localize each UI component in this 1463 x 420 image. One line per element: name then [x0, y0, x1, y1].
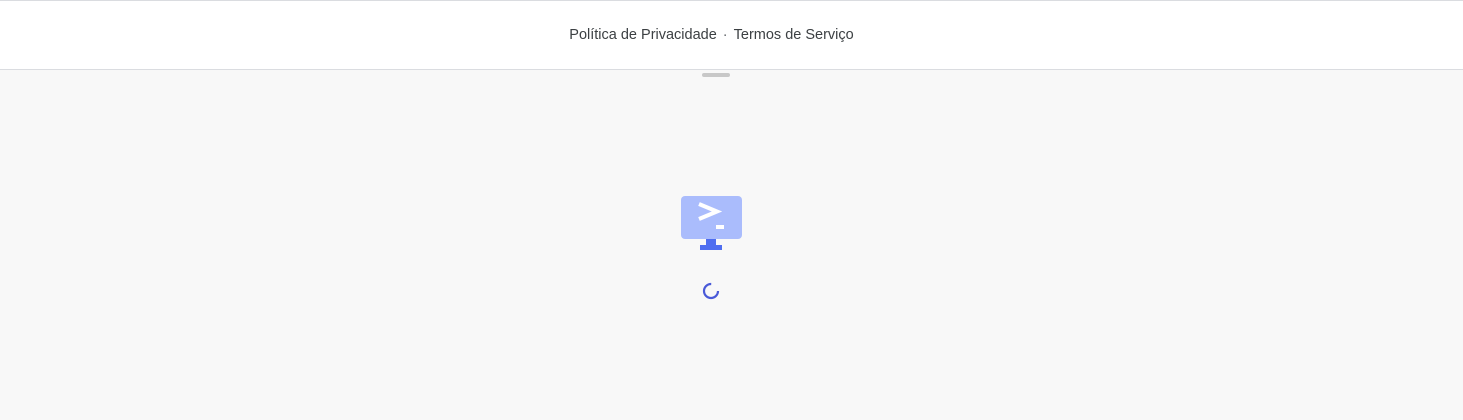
terminal-monitor-icon [681, 196, 742, 252]
legal-footer: Política de Privacidade · Termos de Serv… [0, 0, 1463, 70]
terms-of-service-link[interactable]: Termos de Serviço [734, 27, 854, 43]
legal-links: Política de Privacidade · Termos de Serv… [569, 27, 853, 43]
link-separator: · [722, 27, 728, 43]
privacy-policy-link[interactable]: Política de Privacidade [569, 27, 717, 43]
loading-spinner-icon [701, 281, 721, 301]
panel-resize-handle[interactable] [702, 73, 730, 77]
